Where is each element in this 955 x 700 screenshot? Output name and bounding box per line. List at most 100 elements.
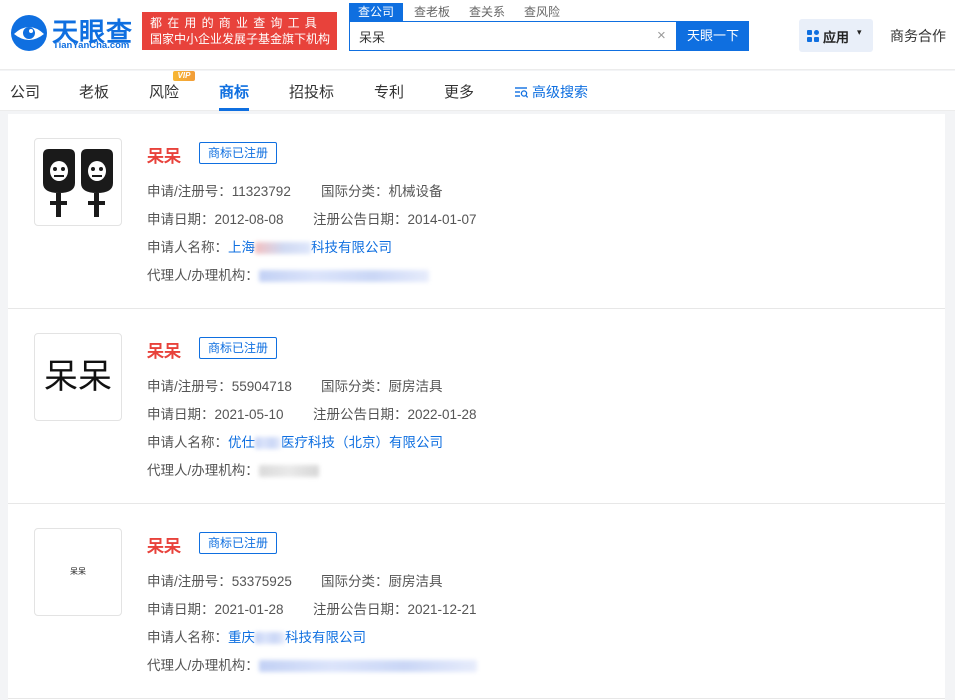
apply-date-value: 2012-08-08 — [214, 212, 284, 227]
applicant-label: 申请人名称： — [147, 630, 228, 645]
apply-date-row: 申请日期：2021-05-10 — [147, 403, 284, 423]
intl-class-label: 国际分类： — [321, 574, 389, 589]
intl-class-row: 国际分类：厨房洁具 — [321, 375, 443, 395]
applicant-prefix: 重庆 — [228, 630, 255, 645]
apply-date-row: 申请日期：2012-08-08 — [147, 208, 284, 228]
trademark-name[interactable]: 呆呆 — [147, 532, 181, 557]
notice-date-row: 注册公告日期：2021-12-21 — [313, 598, 477, 618]
active-tab-underline — [219, 108, 249, 111]
apply-date-row: 申请日期：2021-01-28 — [147, 598, 284, 618]
notice-date-label: 注册公告日期： — [313, 407, 408, 422]
apps-menu-button[interactable]: 应用 ▾ — [799, 19, 873, 52]
advanced-search-link[interactable]: 高级搜索 — [515, 82, 588, 102]
notice-date-row: 注册公告日期：2022-01-28 — [313, 403, 477, 423]
redacted-text — [255, 632, 285, 645]
nav-bidding[interactable]: 招投标 — [289, 81, 334, 102]
intl-class-row: 国际分类：厨房洁具 — [321, 570, 443, 590]
search-button[interactable]: 天眼一下 — [677, 21, 749, 51]
trademark-image[interactable] — [34, 138, 122, 226]
nav-boss[interactable]: 老板 — [79, 81, 109, 102]
vip-badge: VIP — [173, 71, 195, 81]
redacted-text — [255, 437, 281, 450]
redacted-text — [255, 242, 311, 255]
apps-grid-icon — [807, 30, 819, 42]
chevron-down-icon: ▾ — [857, 27, 862, 37]
trademark-image-text: 呆呆 — [44, 357, 112, 397]
notice-date-value: 2022-01-28 — [407, 407, 477, 422]
applicant-label: 申请人名称： — [147, 240, 228, 255]
nav-patent[interactable]: 专利 — [374, 81, 404, 102]
slogan-line-1: 都在用的商业查询工具 — [150, 16, 323, 30]
trademark-figures-icon — [43, 149, 113, 217]
redacted-text — [258, 660, 477, 673]
category-nav: 公司 老板 风险 VIP 商标 招投标 专利 更多 高级搜索 — [0, 71, 955, 111]
slogan-line-2: 国家中小企业发展子基金旗下机构 — [150, 32, 331, 46]
site-logo[interactable]: 天眼查 TianYanCha.com — [8, 10, 136, 54]
apply-date-label: 申请日期： — [147, 212, 215, 227]
status-badge: 商标已注册 — [199, 337, 278, 359]
reg-number-label: 申请/注册号： — [147, 379, 232, 394]
reg-number-row: 申请/注册号：11323792 — [147, 180, 291, 200]
eye-logo-icon — [11, 15, 47, 51]
notice-date-label: 注册公告日期： — [313, 602, 408, 617]
tab-search-risk[interactable]: 查风险 — [524, 3, 560, 21]
nav-risk[interactable]: 风险 — [149, 81, 179, 102]
trademark-image-text: 呆呆 — [70, 567, 86, 576]
applicant-link[interactable]: 重庆 科技有限公司 — [228, 630, 366, 645]
trademark-result-list: 呆呆 商标已注册 申请/注册号：11323792 国际分类：机械设备 申请日期：… — [8, 114, 945, 700]
agent-row: 代理人/办理机构： — [147, 264, 429, 284]
reg-number-value: 53375925 — [231, 574, 292, 589]
applicant-suffix: 科技有限公司 — [285, 630, 366, 645]
intl-class-label: 国际分类： — [321, 184, 389, 199]
reg-number-label: 申请/注册号： — [147, 184, 232, 199]
reg-number-value: 55904718 — [231, 379, 292, 394]
applicant-suffix: 医疗科技（北京）有限公司 — [281, 435, 443, 450]
apply-date-label: 申请日期： — [147, 602, 215, 617]
redacted-text — [258, 270, 429, 283]
intl-class-row: 国际分类：机械设备 — [321, 180, 443, 200]
agent-row: 代理人/办理机构： — [147, 459, 319, 479]
apply-date-value: 2021-05-10 — [214, 407, 284, 422]
tab-search-relation[interactable]: 查关系 — [469, 3, 505, 21]
nav-more[interactable]: 更多 — [444, 81, 474, 102]
applicant-link[interactable]: 优仕 医疗科技（北京）有限公司 — [228, 435, 443, 450]
nav-company[interactable]: 公司 — [10, 81, 40, 102]
apply-date-label: 申请日期： — [147, 407, 215, 422]
advanced-search-label: 高级搜索 — [532, 84, 588, 100]
logo-domain: TianYanCha.com — [53, 40, 130, 51]
status-badge: 商标已注册 — [199, 532, 278, 554]
tab-search-company[interactable]: 查公司 — [349, 3, 404, 21]
applicant-suffix: 科技有限公司 — [311, 240, 392, 255]
agent-label: 代理人/办理机构： — [147, 658, 259, 673]
slogan-banner: 都在用的商业查询工具 国家中小企业发展子基金旗下机构 — [142, 12, 337, 50]
trademark-image[interactable]: 呆呆 — [34, 528, 122, 616]
applicant-row: 申请人名称：上海 科技有限公司 — [147, 236, 392, 256]
intl-class-value: 机械设备 — [388, 184, 443, 199]
trademark-name[interactable]: 呆呆 — [147, 142, 181, 167]
apps-label: 应用 — [823, 30, 850, 45]
clear-icon[interactable]: × — [657, 27, 666, 44]
agent-label: 代理人/办理机构： — [147, 268, 259, 283]
applicant-link[interactable]: 上海 科技有限公司 — [228, 240, 392, 255]
applicant-prefix: 上海 — [228, 240, 255, 255]
trademark-card: 呆呆 商标已注册 申请/注册号：11323792 国际分类：机械设备 申请日期：… — [8, 114, 945, 309]
applicant-row: 申请人名称：优仕 医疗科技（北京）有限公司 — [147, 431, 443, 451]
business-cooperation-link[interactable]: 商务合作 — [890, 26, 946, 46]
search-box: × — [349, 21, 677, 51]
trademark-name[interactable]: 呆呆 — [147, 337, 181, 362]
applicant-prefix: 优仕 — [228, 435, 255, 450]
notice-date-value: 2014-01-07 — [407, 212, 477, 227]
agent-row: 代理人/办理机构： — [147, 654, 477, 674]
nav-trademark[interactable]: 商标 — [219, 81, 249, 102]
applicant-label: 申请人名称： — [147, 435, 228, 450]
tab-search-boss[interactable]: 查老板 — [414, 3, 450, 21]
reg-number-value: 11323792 — [231, 184, 291, 199]
reg-number-row: 申请/注册号：53375925 — [147, 570, 292, 590]
reg-number-row: 申请/注册号：55904718 — [147, 375, 292, 395]
apply-date-value: 2021-01-28 — [214, 602, 284, 617]
reg-number-label: 申请/注册号： — [147, 574, 232, 589]
notice-date-row: 注册公告日期：2014-01-07 — [313, 208, 477, 228]
search-input[interactable] — [350, 22, 650, 50]
intl-class-value: 厨房洁具 — [388, 379, 443, 394]
trademark-image[interactable]: 呆呆 — [34, 333, 122, 421]
